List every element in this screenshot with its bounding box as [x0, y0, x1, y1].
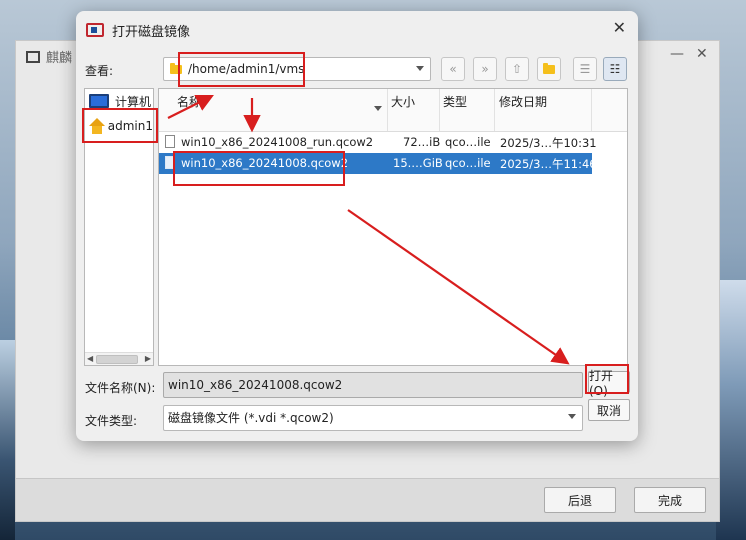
close-icon[interactable]: ✕: [696, 46, 708, 62]
new-folder-icon[interactable]: [537, 57, 561, 81]
file-name: win10_x86_20241008.qcow2: [181, 156, 349, 170]
column-name[interactable]: 名称: [177, 93, 201, 110]
sidebar-item-admin1[interactable]: admin1: [89, 116, 153, 136]
desktop-background-mountain: [716, 280, 746, 540]
path-combobox[interactable]: /home/admin1/vms: [163, 57, 431, 81]
folder-icon: [543, 62, 555, 74]
back-button[interactable]: 后退: [544, 487, 616, 513]
column-size[interactable]: 大小: [391, 93, 415, 110]
file-modified: 2025/3…午11:46: [500, 157, 597, 171]
column-modified[interactable]: 修改日期: [499, 93, 547, 110]
file-icon: [165, 135, 175, 148]
file-modified: 2025/3…午10:31: [500, 136, 597, 150]
file-size: 15.…GiB: [393, 156, 443, 170]
monitor-icon: [89, 94, 109, 108]
home-icon: [89, 118, 105, 134]
file-type: qco…ile: [445, 156, 491, 170]
filetype-combobox[interactable]: 磁盘镜像文件 (*.vdi *.qcow2): [163, 405, 583, 431]
dialog-title: 打开磁盘镜像: [112, 24, 191, 40]
minimize-icon[interactable]: —: [670, 46, 684, 62]
forward-icon[interactable]: »: [473, 57, 497, 81]
chevron-down-icon[interactable]: [416, 66, 424, 71]
open-disk-image-dialog: 打开磁盘镜像 ✕ 查看: /home/admin1/vms « » ⇧ ☰ ☷ …: [76, 11, 638, 441]
look-in-label: 查看:: [85, 64, 114, 78]
list-view-icon[interactable]: ☰: [573, 57, 597, 81]
path-value: /home/admin1/vms: [188, 62, 305, 76]
open-button[interactable]: 打开(O): [588, 369, 630, 398]
finish-button[interactable]: 完成: [634, 487, 706, 513]
file-icon: [165, 156, 175, 169]
chevron-down-icon[interactable]: [568, 414, 576, 419]
scroll-right-icon[interactable]: ▶: [145, 354, 151, 363]
parent-window-title: 麒麟: [26, 47, 72, 66]
cancel-button[interactable]: 取消: [588, 399, 630, 421]
file-row-selected[interactable]: win10_x86_20241008.qcow2 15.…GiB qco…ile…: [159, 153, 597, 174]
filetype-label: 文件类型:: [85, 414, 138, 428]
close-icon[interactable]: ✕: [613, 18, 626, 37]
sidebar-item-computer[interactable]: 计算机: [89, 91, 153, 111]
filename-input[interactable]: win10_x86_20241008.qcow2: [163, 372, 583, 398]
file-size: 72…iB: [403, 135, 441, 149]
app-icon: [86, 23, 104, 37]
scroll-left-icon[interactable]: ◀: [87, 354, 93, 363]
file-row[interactable]: win10_x86_20241008_run.qcow2 72…iB qco…i…: [159, 132, 597, 153]
sidebar-scrollbar[interactable]: ◀ ▶: [85, 352, 153, 365]
folder-icon: [170, 62, 182, 74]
back-icon[interactable]: «: [441, 57, 465, 81]
scroll-thumb[interactable]: [96, 355, 138, 364]
places-sidebar: 计算机 admin1 ◀ ▶: [84, 88, 154, 366]
app-logo-icon: [26, 50, 40, 63]
file-list: 名称 大小 类型 修改日期 win10_x86_20241008_run.qco…: [158, 88, 628, 366]
dialog-titlebar: 打开磁盘镜像: [86, 19, 190, 41]
column-type[interactable]: 类型: [443, 93, 467, 110]
detail-view-icon[interactable]: ☷: [603, 57, 627, 81]
desktop-background: [0, 340, 15, 540]
file-list-header: 名称 大小 类型 修改日期: [159, 89, 627, 132]
filename-label: 文件名称(N):: [85, 381, 156, 395]
file-type: qco…ile: [445, 135, 491, 149]
up-icon[interactable]: ⇧: [505, 57, 529, 81]
sort-down-icon: [374, 106, 382, 111]
file-name: win10_x86_20241008_run.qcow2: [181, 135, 374, 149]
filetype-value: 磁盘镜像文件 (*.vdi *.qcow2): [168, 411, 334, 425]
